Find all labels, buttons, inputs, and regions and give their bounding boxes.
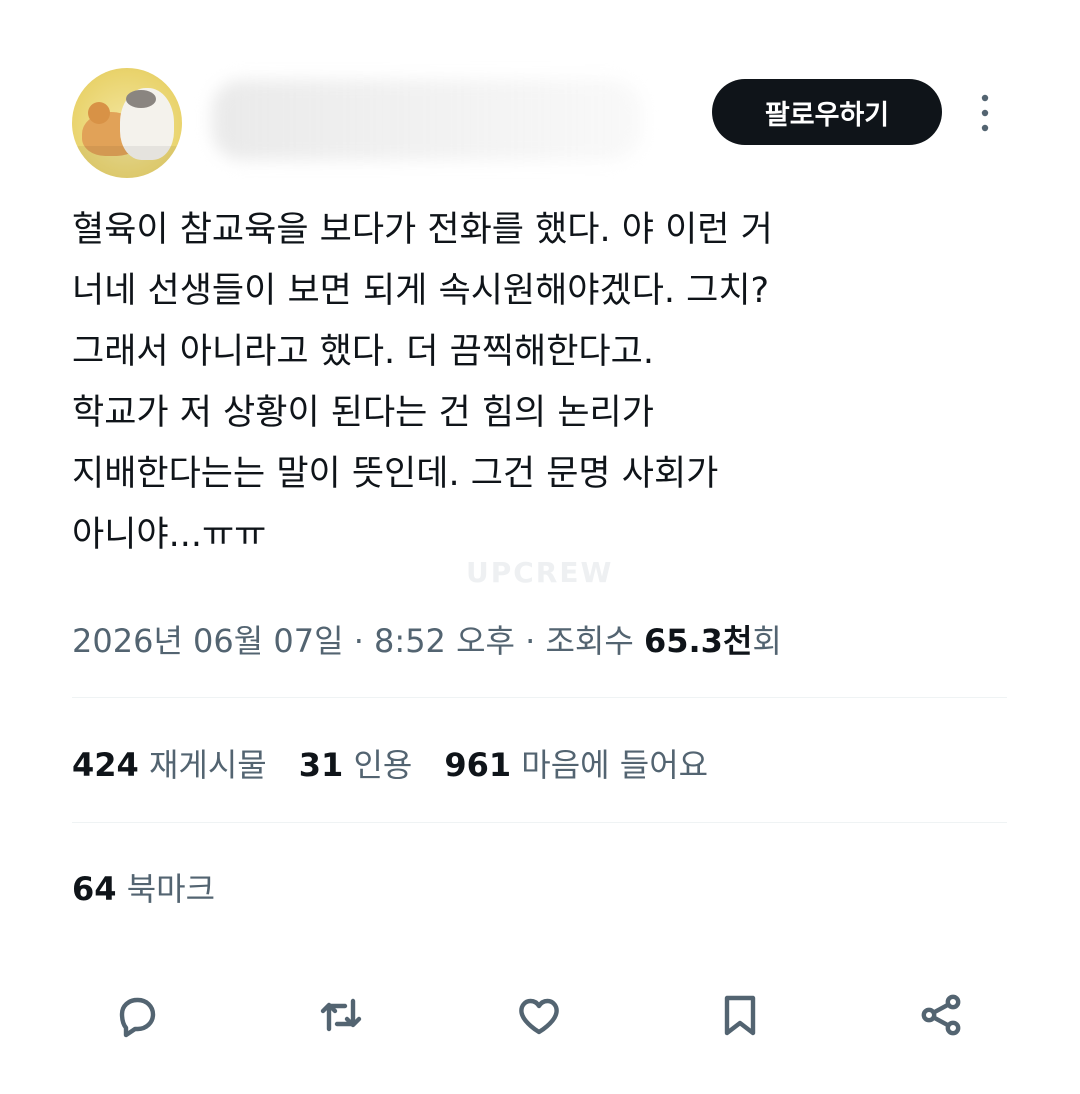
more-options-icon[interactable]	[975, 92, 995, 134]
reposts-stat[interactable]: 424 재게시물	[72, 746, 267, 784]
view-count: 65.3천	[643, 622, 753, 660]
likes-count: 961	[444, 746, 512, 784]
repost-icon	[320, 998, 362, 1032]
view-count-suffix: 회	[752, 622, 782, 660]
bookmarks-label: 북마크	[126, 870, 216, 908]
watermark: UPCREW	[466, 556, 614, 589]
follow-button[interactable]: 팔로우하기	[712, 79, 942, 145]
avatar-shade	[72, 146, 182, 178]
like-icon	[519, 998, 559, 1035]
tweet-line: 지배한다는는 말이 뜻인데. 그건 문명 사회가	[72, 454, 719, 494]
like-button[interactable]	[512, 988, 566, 1042]
bookmark-button[interactable]	[713, 988, 767, 1042]
quotes-count: 31	[298, 746, 344, 784]
bookmarks-stat[interactable]: 64 북마크	[72, 864, 215, 910]
reposts-label: 재게시물	[148, 746, 267, 784]
reposts-count: 424	[72, 746, 139, 784]
tweet-datetime[interactable]: 2026년 06월 07일 · 8:52 오후 · 조회수	[72, 622, 644, 660]
tweet-line: 너네 선생들이 보면 되게 속시원해야겠다. 그치?	[72, 271, 770, 311]
blurred-username	[212, 80, 642, 160]
divider	[72, 697, 1007, 698]
bookmarks-count: 64	[72, 870, 117, 908]
tweet-text: 혈육이 참교육을 보다가 전화를 했다. 야 이런 거 너네 선생들이 보면 되…	[72, 200, 1032, 566]
divider	[72, 822, 1007, 823]
tweet-meta: 2026년 06월 07일 · 8:52 오후 · 조회수 65.3천회	[72, 616, 782, 662]
bookmark-icon	[724, 995, 756, 1036]
share-icon	[921, 994, 961, 1036]
tweet-line: 혈육이 참교육을 보다가 전화를 했다. 야 이런 거	[72, 210, 773, 250]
quotes-stat[interactable]: 31 인용	[299, 746, 413, 784]
share-button[interactable]	[914, 988, 968, 1042]
tweet-line: 학교가 저 상황이 된다는 건 힘의 논리가	[72, 393, 654, 433]
reply-icon	[119, 997, 156, 1038]
engagement-stats: 424 재게시물 31 인용 961 마음에 들어요	[72, 740, 708, 786]
reply-button[interactable]	[110, 988, 164, 1042]
likes-stat[interactable]: 961 마음에 들어요	[444, 746, 708, 784]
quotes-label: 인용	[353, 746, 413, 784]
avatar[interactable]	[72, 68, 182, 178]
tweet-line: 그래서 아니라고 했다. 더 끔찍해한다고.	[72, 332, 654, 372]
repost-button[interactable]	[314, 988, 368, 1042]
likes-label: 마음에 들어요	[521, 746, 709, 784]
